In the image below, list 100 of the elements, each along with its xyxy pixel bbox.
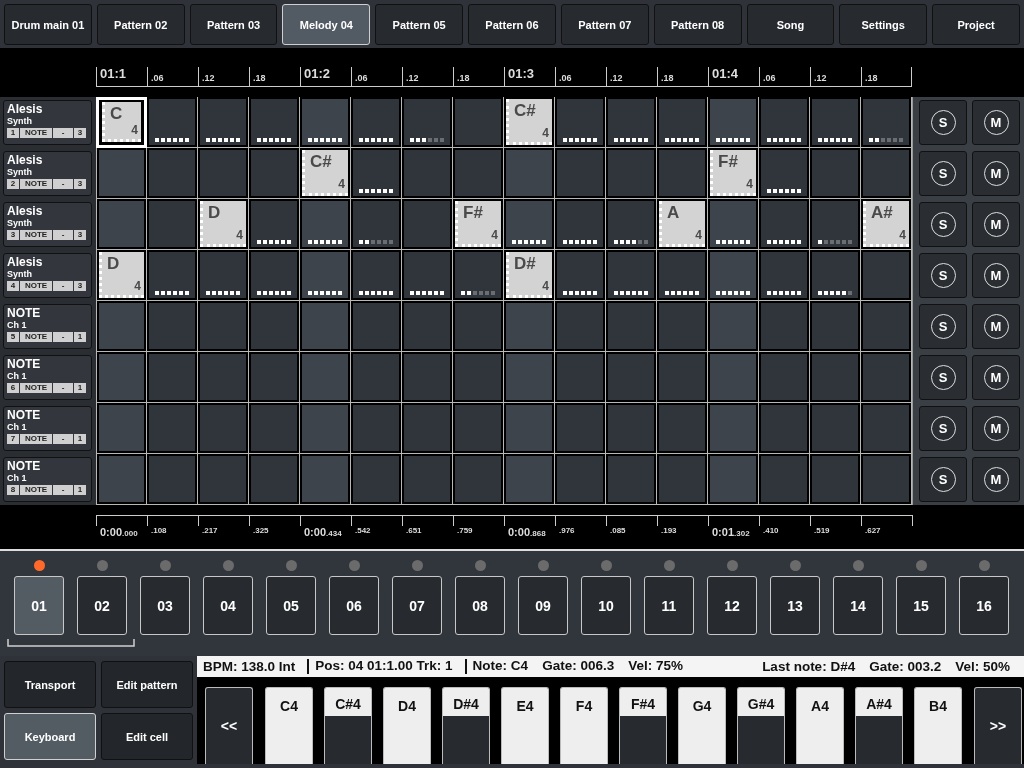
note-cell[interactable]: C 4 — [102, 102, 141, 142]
solo-button[interactable]: S — [919, 355, 967, 400]
pattern-tab[interactable]: Melody 04 — [282, 4, 371, 45]
piano-key[interactable]: G#4 — [737, 687, 785, 764]
solo-button[interactable]: S — [919, 457, 967, 502]
mode-button[interactable]: Keyboard — [4, 713, 96, 760]
pattern-tab[interactable]: Pattern 02 — [96, 4, 185, 45]
track-value: 3 — [74, 128, 86, 138]
pattern-tab[interactable]: Project — [932, 4, 1020, 45]
pattern-tab[interactable]: Pattern 08 — [653, 4, 742, 45]
step-button[interactable]: 12 — [707, 576, 757, 635]
track-label[interactable]: NOTE Ch 1 6 NOTE - 1 — [3, 355, 92, 400]
note-octave: 4 — [899, 228, 906, 242]
time-label: 0:00.434 — [303, 526, 343, 538]
track-number: 4 — [7, 281, 19, 291]
mute-button[interactable]: M — [972, 304, 1020, 349]
track-type: NOTE — [20, 434, 52, 444]
track-device: Synth — [7, 218, 33, 229]
pattern-tab[interactable]: Settings — [839, 4, 928, 45]
selected-step-cell[interactable]: C 4 — [96, 97, 147, 148]
mute-button[interactable]: M — [972, 457, 1020, 502]
track-label[interactable]: NOTE Ch 1 8 NOTE - 1 — [3, 457, 92, 502]
piano-key[interactable]: A#4 — [855, 687, 903, 764]
pattern-tab[interactable]: Song — [746, 4, 835, 45]
step-button[interactable]: 08 — [455, 576, 505, 635]
next-octave-button[interactable]: >> — [974, 687, 1022, 764]
piano-key[interactable]: C4 — [265, 687, 313, 764]
track-number: 6 — [7, 383, 19, 393]
mute-button[interactable]: M — [972, 100, 1020, 145]
track-device: Synth — [7, 269, 33, 280]
track-label[interactable]: NOTE Ch 1 5 NOTE - 1 — [3, 304, 92, 349]
piano-key[interactable]: B4 — [914, 687, 962, 764]
mute-button[interactable]: M — [972, 253, 1020, 298]
track-sign: - — [53, 332, 73, 342]
track-label[interactable]: Alesis Synth 2 NOTE - 3 — [3, 151, 92, 196]
track-type: NOTE — [20, 128, 52, 138]
time-label: .651 — [405, 526, 423, 535]
track-sign: - — [53, 434, 73, 444]
track-name: NOTE — [7, 358, 42, 371]
step-button[interactable]: 11 — [644, 576, 694, 635]
track-label[interactable]: Alesis Synth 3 NOTE - 3 — [3, 202, 92, 247]
step-button[interactable]: 01 — [14, 576, 64, 635]
bar-position-label: .06 — [558, 72, 572, 83]
step-button[interactable]: 13 — [770, 576, 820, 635]
step-button[interactable]: 04 — [203, 576, 253, 635]
note-name: C — [110, 104, 123, 124]
step-button[interactable]: 06 — [329, 576, 379, 635]
piano-key[interactable]: D4 — [383, 687, 431, 764]
mute-button[interactable]: M — [972, 202, 1020, 247]
step-button[interactable]: 09 — [518, 576, 568, 635]
bar-position-label: .18 — [864, 72, 878, 83]
pattern-tab[interactable]: Pattern 05 — [375, 4, 464, 45]
solo-button[interactable]: S — [919, 202, 967, 247]
mute-button[interactable]: M — [972, 355, 1020, 400]
step-button[interactable]: 02 — [77, 576, 127, 635]
piano-key[interactable]: C#4 — [324, 687, 372, 764]
step-button[interactable]: 10 — [581, 576, 631, 635]
previous-octave-button[interactable]: << — [205, 687, 253, 764]
pattern-tab[interactable]: Pattern 06 — [468, 4, 556, 45]
mute-button[interactable]: M — [972, 151, 1020, 196]
solo-button[interactable]: S — [919, 253, 967, 298]
note-name: C# — [514, 101, 536, 121]
solo-button[interactable]: S — [919, 151, 967, 196]
time-label: .108 — [150, 526, 168, 535]
mode-button[interactable]: Edit cell — [101, 713, 193, 760]
bar-position-label: .18 — [660, 72, 674, 83]
mute-button[interactable]: M — [972, 406, 1020, 451]
step-button[interactable]: 05 — [266, 576, 316, 635]
time-label: .627 — [864, 526, 882, 535]
piano-key[interactable]: G4 — [678, 687, 726, 764]
note-name: D# — [514, 254, 536, 274]
track-device: Ch 1 — [7, 320, 28, 331]
note-octave: 4 — [131, 123, 138, 137]
step-button[interactable]: 03 — [140, 576, 190, 635]
piano-key[interactable]: F4 — [560, 687, 608, 764]
note-octave: 4 — [491, 228, 498, 242]
pattern-tab[interactable]: Pattern 07 — [560, 4, 649, 45]
mode-button[interactable]: Edit pattern — [101, 661, 193, 708]
track-label[interactable]: Alesis Synth 4 NOTE - 3 — [3, 253, 92, 298]
pattern-tab[interactable]: Pattern 03 — [189, 4, 278, 45]
piano-key[interactable]: E4 — [501, 687, 549, 764]
track-type: NOTE — [20, 230, 52, 240]
step-button[interactable]: 16 — [959, 576, 1009, 635]
track-label[interactable]: Alesis Synth 1 NOTE - 3 — [3, 100, 92, 145]
track-name: Alesis — [7, 154, 44, 167]
time-label: .976 — [558, 526, 576, 535]
piano-key[interactable]: F#4 — [619, 687, 667, 764]
step-button[interactable]: 15 — [896, 576, 946, 635]
step-button[interactable]: 07 — [392, 576, 442, 635]
track-label[interactable]: NOTE Ch 1 7 NOTE - 1 — [3, 406, 92, 451]
note-octave: 4 — [236, 228, 243, 242]
piano-key[interactable]: A4 — [796, 687, 844, 764]
step-button[interactable]: 14 — [833, 576, 883, 635]
mode-button[interactable]: Transport — [4, 661, 96, 708]
track-name: Alesis — [7, 103, 44, 116]
piano-key[interactable]: D#4 — [442, 687, 490, 764]
pattern-tab[interactable]: Drum main 01 — [4, 4, 92, 45]
solo-button[interactable]: S — [919, 304, 967, 349]
solo-button[interactable]: S — [919, 100, 967, 145]
solo-button[interactable]: S — [919, 406, 967, 451]
